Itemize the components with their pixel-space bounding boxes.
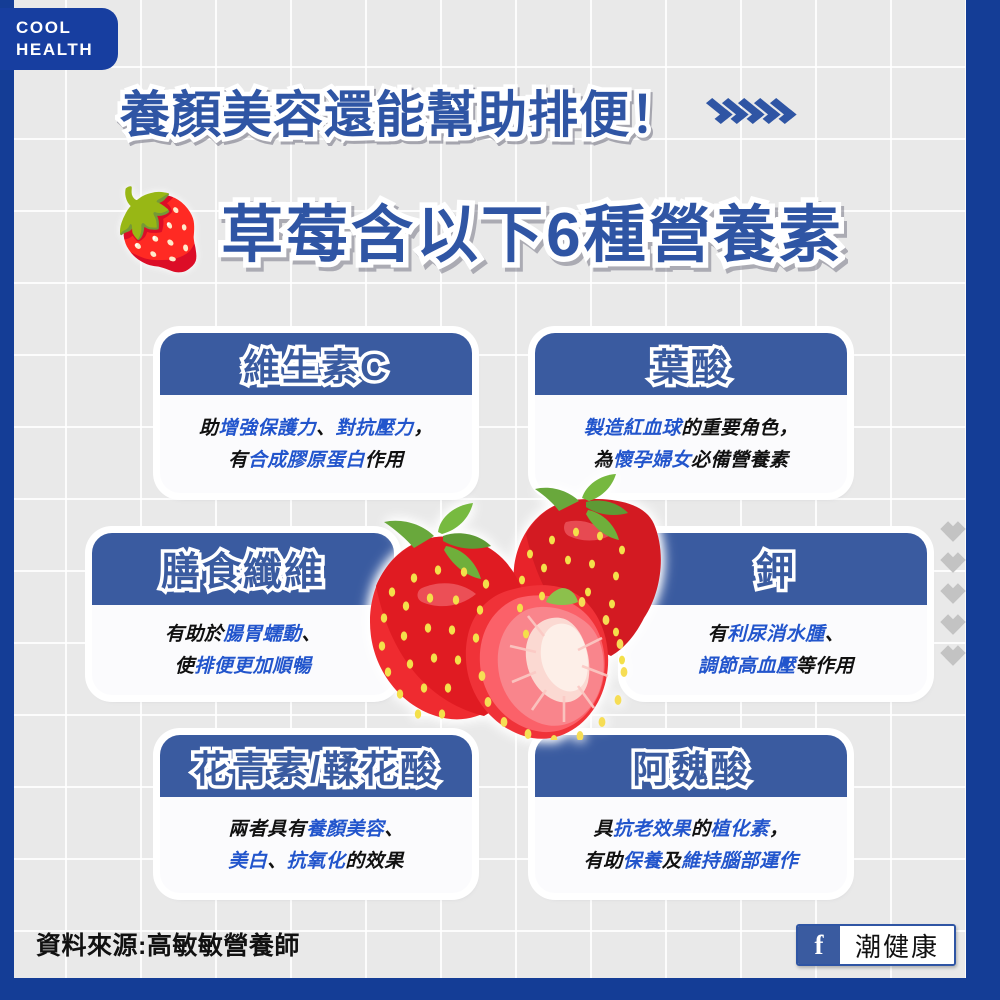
- plain-text: 、: [301, 623, 322, 645]
- page-subtitle: 草莓含以下6種營養素: [216, 196, 846, 276]
- highlight-text: 抗老效果: [612, 818, 691, 840]
- chevron-down-icon: [940, 640, 966, 666]
- subheadline-row: 🍓 草莓含以下6種營養素: [110, 175, 970, 283]
- plain-text: 為: [593, 449, 613, 471]
- frame-right-edge: [966, 0, 1000, 1000]
- facebook-page-name: 潮健康: [839, 926, 954, 964]
- plain-text: 、: [267, 850, 287, 872]
- facebook-icon: f: [797, 926, 840, 964]
- plain-text: 必備營養素: [691, 449, 789, 471]
- nutrient-card: 阿魏酸 具抗老效果的植化素， 有助保養及維持腦部運作: [535, 735, 847, 893]
- highlight-text: 保養: [622, 850, 662, 872]
- highlight-text: 植化素: [710, 818, 770, 840]
- brand-line-2: HEALTH: [16, 40, 94, 60]
- nutrient-description-line: 助增強保護力、對抗壓力，: [199, 413, 433, 440]
- nutrient-description-line: 有助於腸胃蠕動、: [165, 619, 321, 646]
- brand-logo-badge: COOL HEALTH: [0, 8, 118, 70]
- highlight-text: 抗氧化: [286, 850, 346, 872]
- source-citation: 資料來源:高敏敏營養師: [36, 932, 300, 960]
- chevron-right-icon-group: [700, 98, 797, 124]
- nutrient-description-line: 美白、抗氧化的效果: [228, 846, 404, 873]
- highlight-text: 對抗壓力: [335, 417, 414, 439]
- nutrient-description-line: 使排便更加順暢: [175, 651, 312, 678]
- nutrient-card-header: 花青素/鞣花酸: [160, 735, 472, 797]
- plain-text: 有: [228, 449, 248, 471]
- nutrient-card-header: 葉酸: [535, 333, 847, 395]
- nutrient-card: 花青素/鞣花酸 兩者具有養顏美容、 美白、抗氧化的效果: [160, 735, 472, 893]
- brand-line-1: COOL: [16, 18, 72, 37]
- nutrient-title: 膳食纖維: [157, 548, 326, 598]
- facebook-page-badge[interactable]: f 潮健康: [795, 924, 956, 966]
- highlight-text: 增強保護力: [218, 417, 316, 439]
- highlight-text: 製造紅血球: [583, 417, 682, 439]
- nutrient-description-line: 調節高血壓等作用: [698, 651, 854, 678]
- nutrient-title: 鉀: [752, 548, 798, 598]
- chevron-down-icon: [940, 578, 966, 604]
- nutrient-title: 維生素C: [240, 344, 391, 392]
- nutrient-description-line: 具抗老效果的植化素，: [593, 814, 788, 841]
- page-title: 養顏美容還能幫助排便！: [116, 83, 685, 148]
- frame-bottom-edge: [0, 978, 1000, 1000]
- plain-text: 、: [824, 623, 845, 645]
- nutrient-card: 維生素C 助增強保護力、對抗壓力， 有合成膠原蛋白作用: [160, 333, 472, 493]
- chevron-down-icon: [940, 609, 966, 635]
- plain-text: 的: [690, 818, 711, 840]
- strawberry-illustration: [330, 470, 680, 745]
- infographic-poster: COOL HEALTH 養顏美容還能幫助排便！ 🍓 草莓含以下6種營養素 維生素…: [0, 0, 1000, 1000]
- nutrient-description-line: 兩者具有養顏美容、: [228, 814, 404, 841]
- plain-text: 有助於: [164, 623, 224, 645]
- nutrient-card: 葉酸 製造紅血球的重要角色， 為懷孕婦女必備營養素: [535, 333, 847, 493]
- highlight-text: 利尿消水腫: [727, 623, 825, 645]
- plain-text: 、: [315, 417, 336, 439]
- plain-text: 、: [384, 818, 404, 840]
- plain-text: 的重要角色，: [681, 417, 799, 439]
- highlight-text: 合成膠原蛋白: [247, 449, 365, 471]
- nutrient-card-body: 兩者具有養顏美容、 美白、抗氧化的效果: [160, 797, 472, 893]
- plain-text: 兩者具有: [228, 818, 307, 840]
- nutrient-card-header: 阿魏酸: [535, 735, 847, 797]
- chevron-down-icon: [940, 516, 966, 542]
- highlight-text: 腸胃蠕動: [223, 623, 302, 645]
- plain-text: 作用: [364, 449, 404, 471]
- plain-text: 等作用: [795, 655, 855, 677]
- plain-text: 有助: [583, 850, 623, 872]
- chevron-down-icon-group: [940, 516, 966, 666]
- strawberry-icon: 🍓: [110, 185, 208, 273]
- nutrient-description-line: 有合成膠原蛋白作用: [228, 445, 404, 472]
- nutrient-card-header: 維生素C: [160, 333, 472, 395]
- nutrient-description-line: 為懷孕婦女必備營養素: [593, 445, 788, 472]
- nutrient-title: 葉酸: [649, 344, 732, 392]
- nutrient-title: 阿魏酸: [629, 746, 751, 794]
- highlight-text: 維持腦部運作: [681, 850, 799, 872]
- highlight-text: 排便更加順暢: [194, 655, 312, 677]
- nutrient-card-body: 具抗老效果的植化素， 有助保養及維持腦部運作: [535, 797, 847, 893]
- plain-text: 助: [198, 417, 219, 439]
- headline-row: 養顏美容還能幫助排便！: [116, 78, 960, 148]
- plain-text: 有: [707, 623, 728, 645]
- plain-text: ，: [769, 818, 789, 840]
- plain-text: 及: [661, 850, 682, 872]
- plain-text: ，: [413, 417, 434, 439]
- plain-text: 具: [593, 818, 613, 840]
- highlight-text: 美白: [228, 850, 268, 872]
- nutrient-title: 花青素/鞣花酸: [189, 746, 440, 794]
- highlight-text: 養顏美容: [306, 818, 385, 840]
- plain-text: 的效果: [345, 850, 404, 872]
- nutrient-description-line: 有助保養及維持腦部運作: [584, 846, 799, 873]
- nutrient-description-line: 有利尿消水腫、: [708, 619, 845, 646]
- chevron-down-icon: [940, 547, 966, 573]
- highlight-text: 懷孕婦女: [612, 449, 691, 471]
- plain-text: 使: [174, 655, 195, 677]
- nutrient-description-line: 製造紅血球的重要角色，: [584, 413, 799, 440]
- frame-left-edge: [0, 0, 14, 1000]
- highlight-text: 調節高血壓: [697, 655, 796, 677]
